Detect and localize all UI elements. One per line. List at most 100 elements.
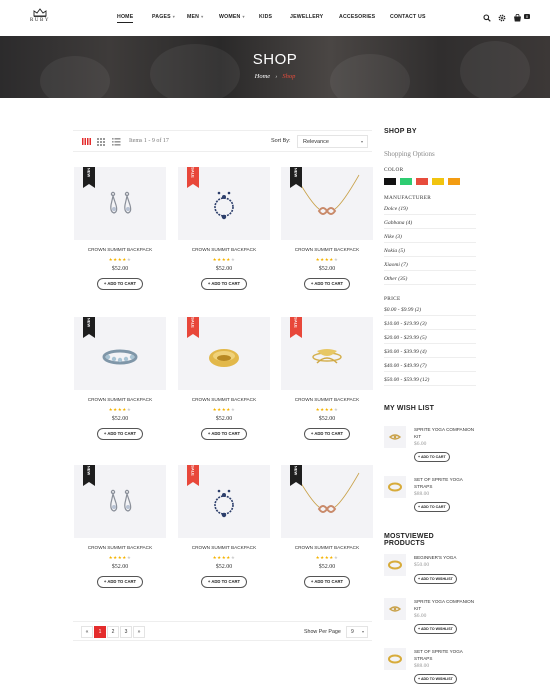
product-card[interactable]: SALE CROWN SUMMIT BACKPACK ★★★★★ $52.00 + AD… [178, 317, 270, 453]
mostviewed-item-name[interactable]: SET OF SPRITE YOGA STRAPS [414, 648, 476, 662]
nav-item-jewellery[interactable]: JEWELLERY [290, 14, 323, 20]
manufacturer-label: MANUFACTURER [384, 195, 432, 201]
product-thumbnail[interactable] [384, 476, 406, 498]
prev-page-button[interactable]: « [81, 626, 93, 638]
sort-label: Sort By: [271, 138, 291, 144]
add-to-cart-button[interactable]: + ADD TO CART [97, 576, 143, 588]
product-thumbnail[interactable] [384, 554, 406, 576]
product-name[interactable]: CROWN SUMMIT BACKPACK [178, 397, 270, 402]
product-image-frame[interactable]: SALE [178, 317, 270, 390]
swatch-green[interactable] [400, 178, 412, 185]
wishlist-item-name[interactable]: SPRITE YOGA COMPANION KIT [414, 426, 476, 440]
product-image-frame[interactable]: NEW [74, 317, 166, 390]
swatch-yellow[interactable] [432, 178, 444, 185]
settings-icon[interactable] [498, 14, 506, 22]
product-card[interactable]: NEW CROWN SUMMIT BACKPACK ★★★★★ $52.00 + ADD… [74, 317, 166, 453]
product-thumbnail[interactable] [384, 648, 406, 670]
add-to-wishlist-button[interactable]: + ADD TO WISHLIST [414, 674, 457, 684]
manufacturer-item[interactable]: Other (35) [384, 276, 476, 285]
price-range-item[interactable]: $20.00 - $29.99 (5) [384, 335, 476, 344]
product-image-frame[interactable]: NEW [74, 167, 166, 240]
add-to-cart-button[interactable]: + ADD TO CART [201, 428, 247, 440]
product-name[interactable]: CROWN SUMMIT BACKPACK [281, 545, 373, 550]
product-name[interactable]: CROWN SUMMIT BACKPACK [74, 397, 166, 402]
mostviewed-item-name[interactable]: BEGINNER'S YOGA [414, 554, 476, 561]
nav-item-contact[interactable]: CONTACT US [390, 14, 426, 20]
mostviewed-item-name[interactable]: SPRITE YOGA COMPANION KIT [414, 598, 476, 612]
add-to-cart-button[interactable]: + ADD TO CART [304, 428, 350, 440]
product-image-frame[interactable]: SALE [281, 317, 373, 390]
wishlist-add-to-cart-button[interactable]: + ADD TO CART [414, 502, 450, 512]
badge-sale: SALE [290, 317, 302, 338]
product-card[interactable]: SALE CROWN SUMMIT BACKPACK ★★★★★ $52.00 + AD… [281, 317, 373, 453]
price-range-item[interactable]: $40.00 - $49.99 (7) [384, 363, 476, 372]
list-icon[interactable] [110, 136, 122, 147]
product-name[interactable]: CROWN SUMMIT BACKPACK [281, 247, 373, 252]
product-image-frame[interactable]: NEW [281, 465, 373, 538]
page-2-button[interactable]: 2 [107, 626, 119, 638]
product-card[interactable]: NEW CROWN SUMMIT BACKPACK ★★★★★ $52.00 + ADD… [281, 465, 373, 601]
nav-item-men[interactable]: MEN ▾ [187, 14, 203, 20]
search-icon[interactable] [483, 14, 491, 22]
add-to-wishlist-button[interactable]: + ADD TO WISHLIST [414, 624, 457, 634]
grid-3-icon[interactable] [95, 136, 107, 147]
product-name[interactable]: CROWN SUMMIT BACKPACK [178, 247, 270, 252]
product-thumbnail[interactable] [384, 598, 406, 620]
add-to-cart-button[interactable]: + ADD TO CART [304, 576, 350, 588]
add-to-cart-button[interactable]: + ADD TO CART [97, 278, 143, 290]
swatch-orange[interactable] [448, 178, 460, 185]
price-range-item[interactable]: $30.00 - $39.99 (4) [384, 349, 476, 358]
product-card[interactable]: NEW CROWN SUMMIT BACKPACK ★★★★★ $52.00 + ADD… [74, 465, 166, 601]
sort-select[interactable]: Relevance ▾ [297, 135, 368, 148]
product-name[interactable]: CROWN SUMMIT BACKPACK [281, 397, 373, 402]
breadcrumb-home[interactable]: Home [255, 73, 271, 80]
add-to-cart-button[interactable]: + ADD TO CART [201, 576, 247, 588]
manufacturer-item[interactable]: Nike (3) [384, 234, 476, 243]
badge-new: NEW [83, 167, 95, 188]
wishlist-item-name[interactable]: SET OF SPRITE YOGA STRAPS [414, 476, 476, 490]
next-page-button[interactable]: » [133, 626, 145, 638]
manufacturer-item[interactable]: Nokia (5) [384, 248, 476, 257]
product-name[interactable]: CROWN SUMMIT BACKPACK [74, 545, 166, 550]
items-count: Items 1 - 9 of 17 [129, 138, 169, 144]
product-image-frame[interactable]: SALE [178, 167, 270, 240]
nav-item-pages[interactable]: PAGES ▾ [152, 14, 175, 20]
mostviewed-item: SPRITE YOGA COMPANION KIT $6.00 + ADD TO… [384, 598, 476, 638]
product-card[interactable]: NEW CROWN SUMMIT BACKPACK ★★★★★ $52.00 + ADD… [74, 167, 166, 303]
add-to-cart-button[interactable]: + ADD TO CART [304, 278, 350, 290]
product-card[interactable]: SALE CROWN SUMMIT BACKPACK ★★★★★ $52.00 + AD… [178, 465, 270, 601]
add-to-cart-button[interactable]: + ADD TO CART [201, 278, 247, 290]
product-card[interactable]: SALE CROWN SUMMIT BACKPACK ★★★★★ $52.00 + AD… [178, 167, 270, 303]
price-range-item[interactable]: $0.00 - $9.99 (2) [384, 307, 476, 316]
manufacturer-item[interactable]: Gabbana (4) [384, 220, 476, 229]
logo[interactable]: RUBY [28, 8, 52, 23]
product-name[interactable]: CROWN SUMMIT BACKPACK [74, 247, 166, 252]
nav-item-women[interactable]: WOMEN ▾ [219, 14, 245, 20]
wishlist-add-to-cart-button[interactable]: + ADD TO CART [414, 452, 450, 462]
product-image-frame[interactable]: SALE [178, 465, 270, 538]
product-image-frame[interactable]: NEW [281, 167, 373, 240]
color-swatches [384, 178, 476, 186]
nav-item-kids[interactable]: KIDS [259, 14, 272, 20]
add-to-wishlist-button[interactable]: + ADD TO WISHLIST [414, 574, 457, 584]
price-range-item[interactable]: $10.00 - $19.99 (3) [384, 321, 476, 330]
manufacturer-item[interactable]: Dolce (19) [384, 206, 476, 215]
product-name[interactable]: CROWN SUMMIT BACKPACK [178, 545, 270, 550]
grid-4-icon[interactable] [80, 136, 92, 147]
product-thumbnail[interactable] [384, 426, 406, 448]
page-title: SHOP [252, 51, 298, 68]
swatch-red[interactable] [416, 178, 428, 185]
nav-item-accesories[interactable]: ACCESORIES [339, 14, 375, 20]
manufacturer-item[interactable]: Xiaomi (7) [384, 262, 476, 271]
swatch-black[interactable] [384, 178, 396, 185]
page-3-button[interactable]: 3 [120, 626, 132, 638]
nav-item-home[interactable]: HOME [117, 14, 134, 23]
price-range-item[interactable]: $50.00 - $59.99 (12) [384, 377, 476, 386]
cart-icon[interactable] [513, 14, 522, 22]
add-to-cart-button[interactable]: + ADD TO CART [97, 428, 143, 440]
product-image-frame[interactable]: NEW [74, 465, 166, 538]
product-card[interactable]: NEW CROWN SUMMIT BACKPACK ★★★★★ $52.00 + ADD… [281, 167, 373, 303]
mostviewed-item-price: $50.00 [414, 562, 430, 568]
per-page-select[interactable]: 9 ▾ [346, 626, 368, 638]
page-1-button[interactable]: 1 [94, 626, 106, 638]
